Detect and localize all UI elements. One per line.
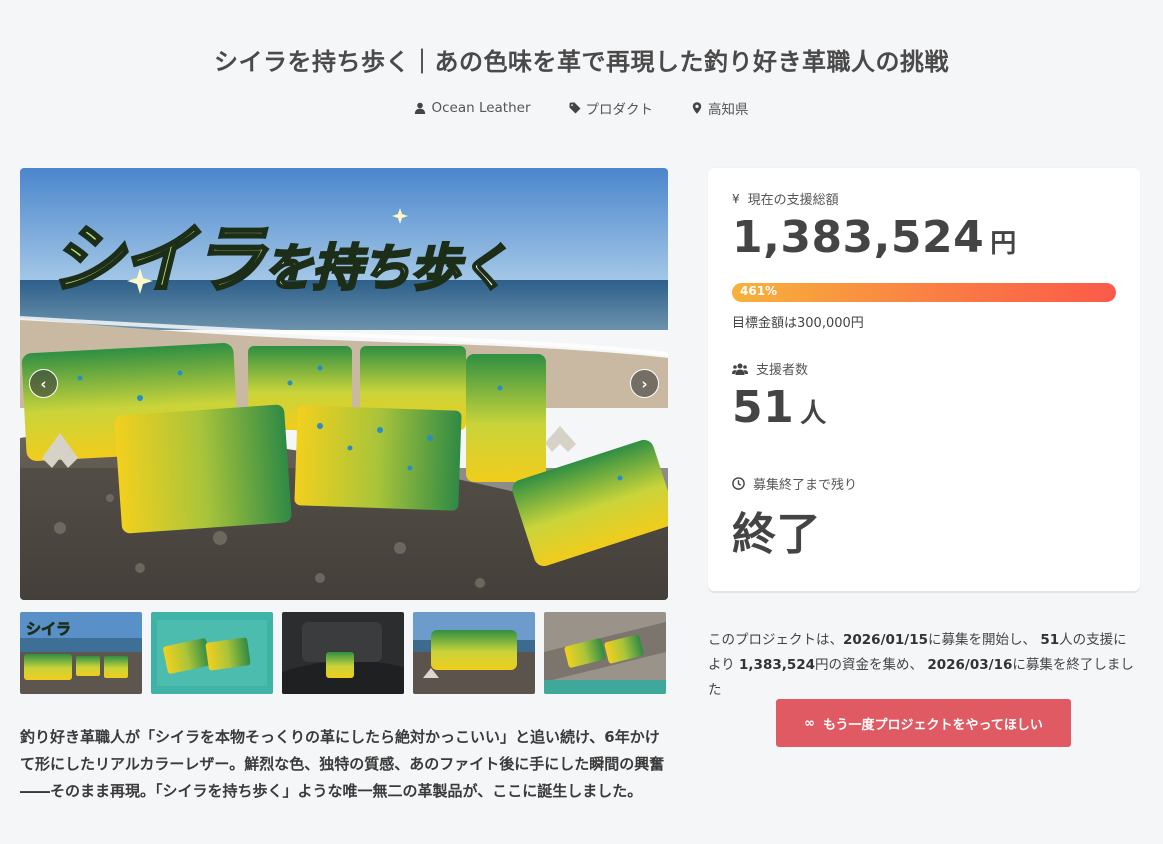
meta-location[interactable]: 高知県 bbox=[691, 98, 749, 118]
thumbnail-5[interactable] bbox=[544, 612, 666, 694]
hero-caption: シイラを持ち歩く bbox=[49, 200, 511, 307]
funded-unit: 円 bbox=[990, 229, 1017, 259]
remaining-label-row: 募集終了まで残り bbox=[732, 474, 857, 493]
funded-amount: 1,383,524 bbox=[732, 212, 985, 263]
thumbnail-2[interactable] bbox=[151, 612, 273, 694]
summary-start-date: 2026/01/15 bbox=[843, 632, 929, 648]
project-description: 釣り好き革職人が「シイラを本物そっくりの革にしたら絶対かっこいい」と追い続け、6… bbox=[20, 728, 665, 800]
yen-icon: ¥ bbox=[732, 191, 740, 206]
funded-label: 現在の支援総額 bbox=[747, 193, 839, 208]
location-label: 高知県 bbox=[708, 102, 749, 118]
funding-progress-bar: 461% bbox=[732, 283, 1116, 302]
tag-icon bbox=[569, 102, 581, 114]
project-title: シイラを持ち歩く｜あの色味を革で再現した釣り好き革職人の挑戦 bbox=[214, 48, 949, 76]
summary-text: に募集を開始し、 bbox=[928, 632, 1037, 648]
hero-text-big: シイラ bbox=[49, 216, 268, 305]
request-rerun-label: もう一度プロジェクトをやってほしい bbox=[822, 717, 1043, 733]
funded-label-row: ¥ 現在の支援総額 bbox=[732, 189, 839, 209]
backers-unit: 人 bbox=[800, 399, 827, 429]
summary-text: 円の資金を集め、 bbox=[815, 657, 924, 673]
infinity-icon: ∞ bbox=[804, 715, 815, 731]
carousel-next-button[interactable]: › bbox=[630, 369, 659, 398]
remaining-value: 終了 bbox=[732, 509, 821, 560]
backers-count: 51 bbox=[732, 382, 795, 433]
thumbnail-4[interactable] bbox=[413, 612, 535, 694]
location-pin-icon bbox=[692, 102, 702, 114]
thumbnail-strip: シイラ bbox=[20, 612, 668, 694]
author-name: Ocean Leather bbox=[431, 100, 531, 116]
project-summary: このプロジェクトは、2026/01/15に募集を開始し、 51人の支援により 1… bbox=[708, 628, 1140, 703]
funding-stats-card: ¥ 現在の支援総額 1,383,524 円 461% 目標金額は300,000円 … bbox=[708, 168, 1140, 591]
category-label: プロダクト bbox=[585, 102, 654, 118]
backers-label: 支援者数 bbox=[756, 363, 809, 378]
summary-backers: 51 bbox=[1040, 632, 1060, 648]
clock-icon bbox=[732, 477, 745, 490]
funding-percent: 461% bbox=[740, 284, 778, 298]
summary-end-date: 2026/03/16 bbox=[927, 657, 1013, 673]
thumbnail-1[interactable]: シイラ bbox=[20, 612, 142, 694]
funded-amount-row: 1,383,524 円 bbox=[732, 212, 1016, 263]
remaining-label: 募集終了まで残り bbox=[753, 478, 858, 493]
thumbnail-3[interactable] bbox=[282, 612, 404, 694]
svg-text:シイラ: シイラ bbox=[26, 620, 71, 638]
meta-author[interactable]: Ocean Leather bbox=[414, 98, 531, 118]
summary-amount: 1,383,524 bbox=[739, 657, 816, 673]
hero-text-small: を持ち歩く bbox=[262, 237, 511, 299]
carousel-prev-button[interactable]: ‹ bbox=[29, 369, 58, 398]
user-icon bbox=[415, 102, 426, 114]
request-rerun-button[interactable]: ∞ もう一度プロジェクトをやってほしい bbox=[776, 699, 1071, 747]
backers-count-row: 51 人 bbox=[732, 382, 826, 433]
goal-amount: 目標金額は300,000円 bbox=[732, 316, 864, 331]
summary-text: このプロジェクトは、 bbox=[708, 632, 843, 648]
project-meta: Ocean Leather プロダクト 高知県 bbox=[0, 98, 1163, 118]
backers-label-row: 支援者数 bbox=[732, 359, 808, 378]
meta-category[interactable]: プロダクト bbox=[569, 98, 654, 118]
people-icon bbox=[732, 363, 748, 375]
remaining-value-row: 終了 bbox=[732, 498, 821, 562]
hero-carousel[interactable]: シイラを持ち歩く ‹ › bbox=[20, 168, 668, 600]
